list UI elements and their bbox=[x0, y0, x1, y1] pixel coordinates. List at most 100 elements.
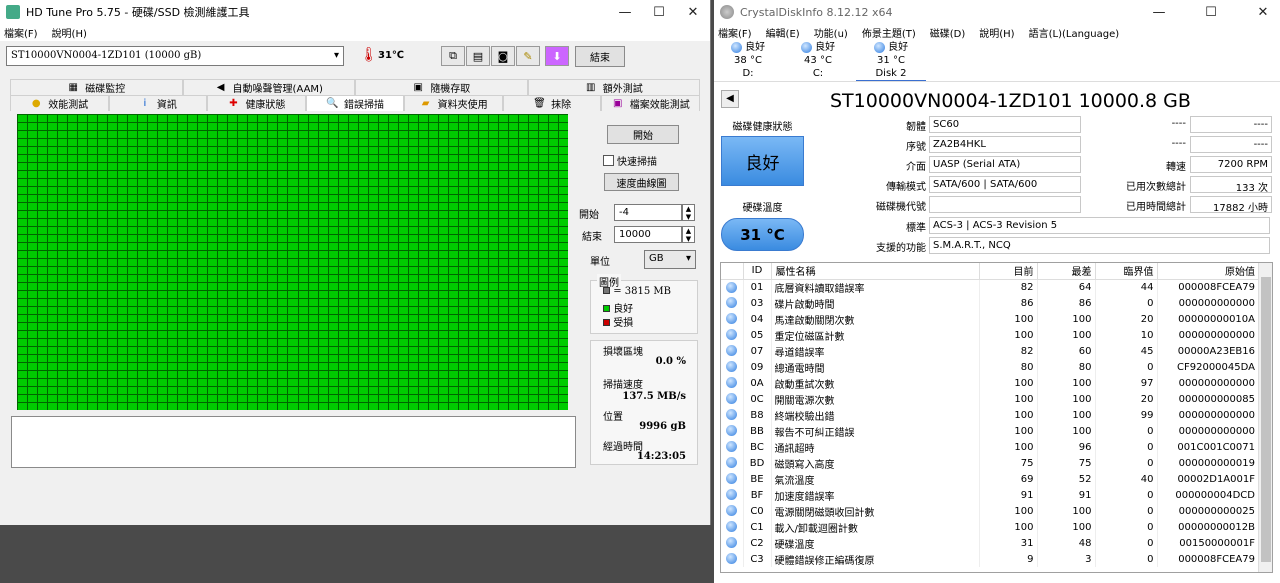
screenshot-icon[interactable]: ◙ bbox=[491, 46, 515, 66]
attr-name: 重定位磁區計數 bbox=[771, 327, 980, 343]
tab-extra-tests[interactable]: ▥ 額外測試 bbox=[527, 79, 700, 95]
tab-benchmark[interactable]: ● 效能測試 bbox=[10, 95, 109, 111]
table-row[interactable]: 07 尋道錯誤率 82 60 45 00000A23EB16 bbox=[721, 343, 1259, 359]
start-spinner[interactable]: ▲ ▼ bbox=[682, 204, 695, 221]
table-row[interactable]: BF 加速度錯誤率 91 91 0 000000004DCD bbox=[721, 487, 1259, 503]
attr-threshold: 0 bbox=[1095, 295, 1158, 311]
health-status-button[interactable]: 良好 bbox=[721, 136, 804, 186]
table-row[interactable]: BB 報告不可糾正錯誤 100 100 0 000000000000 bbox=[721, 423, 1259, 439]
health-status-label: 磁碟健康狀態 bbox=[732, 122, 793, 133]
table-header-row: ID 屬性名稱 目前 最差 臨界值 原始值 bbox=[721, 263, 1259, 280]
copy-text-icon[interactable]: ▤ bbox=[466, 46, 490, 66]
table-row[interactable]: 01 底層資料讀取錯誤率 82 64 44 000008FCEA79 bbox=[721, 279, 1259, 295]
power-on-count-label: 已用次數總計 bbox=[1126, 182, 1186, 193]
interface-value: UASP (Serial ATA) bbox=[929, 156, 1081, 173]
col-worst[interactable]: 最差 bbox=[1037, 263, 1096, 280]
drive-tab-disk2[interactable]: 良好 31 °C Disk 2 bbox=[856, 41, 926, 82]
tab-folder-usage[interactable]: ▰ 資料夾使用 bbox=[404, 95, 503, 111]
tab-label: 錯誤掃描 bbox=[344, 100, 385, 111]
tab-disk-monitor[interactable]: ▦ 磁碟監控 bbox=[10, 79, 183, 95]
tab-info[interactable]: i 資訊 bbox=[108, 95, 208, 111]
menu-file[interactable]: 檔案(F) bbox=[4, 25, 38, 40]
col-current[interactable]: 目前 bbox=[979, 263, 1038, 280]
end-spinner[interactable]: ▲ ▼ bbox=[682, 226, 695, 243]
legend-swatch-gray bbox=[603, 287, 610, 294]
menu-help[interactable]: 說明(H) bbox=[52, 25, 87, 40]
attr-threshold: 0 bbox=[1095, 455, 1158, 471]
speed-map-button[interactable]: 速度曲線圖 bbox=[604, 173, 679, 191]
col-id[interactable]: ID bbox=[743, 263, 772, 280]
tab-file-benchmark[interactable]: ▣ 檔案效能測試 bbox=[601, 95, 701, 111]
attr-current: 82 bbox=[979, 279, 1038, 295]
drive-tab-d[interactable]: 良好 38 °C D: bbox=[716, 41, 780, 80]
drive-select[interactable]: ST10000VN0004-1ZD101 (10000 gB) ▾ bbox=[6, 46, 344, 66]
menu-help[interactable]: 說明(H) bbox=[979, 25, 1014, 40]
unit-select-value: GB bbox=[649, 253, 664, 264]
table-row[interactable]: BC 通訊超時 100 96 0 001C001C0071 bbox=[721, 439, 1259, 455]
attr-raw: 000000000000 bbox=[1157, 295, 1259, 311]
serial-value: ZA2B4HKL bbox=[929, 136, 1081, 153]
maximize-button[interactable]: ☐ bbox=[1194, 5, 1228, 20]
table-row[interactable]: 03 碟片啟動時間 86 86 0 000000000000 bbox=[721, 295, 1259, 311]
copy-info-icon[interactable]: ⧉ bbox=[441, 46, 465, 66]
table-row[interactable]: C3 硬體錯誤修正編碼復原 9 3 0 000008FCEA79 bbox=[721, 551, 1259, 567]
tab-aam[interactable]: ◀ 自動噪聲管理(AAM) bbox=[182, 79, 355, 95]
table-row[interactable]: C0 電源關閉磁頭收回計數 100 100 0 000000000025 bbox=[721, 503, 1259, 519]
prev-drive-button[interactable]: ◀ bbox=[721, 90, 739, 108]
status-dot-icon bbox=[726, 281, 738, 293]
attr-worst: 100 bbox=[1037, 407, 1096, 423]
menu-disk[interactable]: 磁碟(D) bbox=[930, 25, 966, 40]
options-icon[interactable]: ✎ bbox=[516, 46, 540, 66]
menu-theme[interactable]: 佈景主題(T) bbox=[862, 25, 916, 40]
col-raw-value[interactable]: 原始值 bbox=[1157, 263, 1259, 280]
table-row[interactable]: 0A 啟動重試次數 100 100 97 000000000000 bbox=[721, 375, 1259, 391]
minimize-button[interactable]: — bbox=[1142, 5, 1176, 20]
tab-label: 效能測試 bbox=[48, 100, 89, 111]
table-row[interactable]: C2 硬碟溫度 31 48 0 00150000001F bbox=[721, 535, 1259, 551]
menu-file[interactable]: 檔案(F) bbox=[718, 25, 752, 40]
drive-tab-c[interactable]: 良好 43 °C C: bbox=[786, 41, 850, 80]
close-button[interactable]: ✕ bbox=[676, 5, 710, 20]
attr-raw: 000000000000 bbox=[1157, 375, 1259, 391]
table-row[interactable]: 0C 開關電源次數 100 100 20 000000000085 bbox=[721, 391, 1259, 407]
attr-worst: 91 bbox=[1037, 487, 1096, 503]
table-row[interactable]: 09 總通電時間 80 80 0 CF92000045DA bbox=[721, 359, 1259, 375]
minimize-button[interactable]: — bbox=[608, 5, 642, 20]
tab-random-access[interactable]: ▣ 隨機存取 bbox=[355, 79, 528, 95]
table-row[interactable]: C1 載入/卸載迴圈計數 100 100 0 00000000012B bbox=[721, 519, 1259, 535]
status-dot-icon bbox=[726, 377, 738, 389]
menu-language[interactable]: 語言(L)(Language) bbox=[1029, 25, 1120, 40]
attr-name: 碟片啟動時間 bbox=[771, 295, 980, 311]
scrollbar-thumb[interactable] bbox=[1261, 277, 1271, 562]
start-scan-button[interactable]: 開始 bbox=[607, 125, 679, 144]
tab-erase[interactable]: 🗑 抹除 bbox=[502, 95, 602, 111]
drive-letter-value bbox=[929, 196, 1081, 213]
menu-edit[interactable]: 編輯(E) bbox=[766, 25, 800, 40]
temperature-badge[interactable]: 31 °C bbox=[721, 218, 804, 251]
quick-scan-checkbox[interactable]: 快速掃描 bbox=[603, 153, 657, 168]
close-button[interactable]: ✕ bbox=[1246, 5, 1280, 20]
attr-threshold: 40 bbox=[1095, 471, 1158, 487]
start-input[interactable]: -4 bbox=[614, 204, 682, 221]
table-row[interactable]: BE 氣流溫度 69 52 40 00002D1A001F bbox=[721, 471, 1259, 487]
save-icon[interactable]: ⬇ bbox=[545, 46, 569, 66]
exit-button[interactable]: 結束 bbox=[575, 46, 625, 67]
maximize-button[interactable]: ☐ bbox=[642, 5, 676, 20]
unit-select[interactable]: GB ▾ bbox=[644, 250, 696, 269]
cdi-app-icon bbox=[720, 5, 734, 19]
attr-raw: 000000000085 bbox=[1157, 391, 1259, 407]
vertical-scrollbar[interactable] bbox=[1258, 263, 1272, 572]
table-row[interactable]: B8 終端校驗出錯 100 100 99 000000000000 bbox=[721, 407, 1259, 423]
status-cell bbox=[721, 391, 744, 407]
tab-health[interactable]: ✚ 健康狀態 bbox=[207, 95, 306, 111]
table-row[interactable]: BD 磁頭寫入高度 75 75 0 000000000019 bbox=[721, 455, 1259, 471]
attr-threshold: 20 bbox=[1095, 311, 1158, 327]
menu-function[interactable]: 功能(u) bbox=[814, 25, 848, 40]
table-row[interactable]: 04 馬達啟動關閉次數 100 100 20 00000000010A bbox=[721, 311, 1259, 327]
table-row[interactable]: 05 重定位磁區計數 100 100 10 000000000000 bbox=[721, 327, 1259, 343]
end-input-value: 10000 bbox=[619, 229, 651, 240]
col-threshold[interactable]: 臨界值 bbox=[1095, 263, 1158, 280]
col-attribute-name[interactable]: 屬性名稱 bbox=[771, 263, 980, 280]
tab-error-scan[interactable]: 🔍 錯誤掃描 bbox=[305, 95, 405, 111]
end-input[interactable]: 10000 bbox=[614, 226, 682, 243]
